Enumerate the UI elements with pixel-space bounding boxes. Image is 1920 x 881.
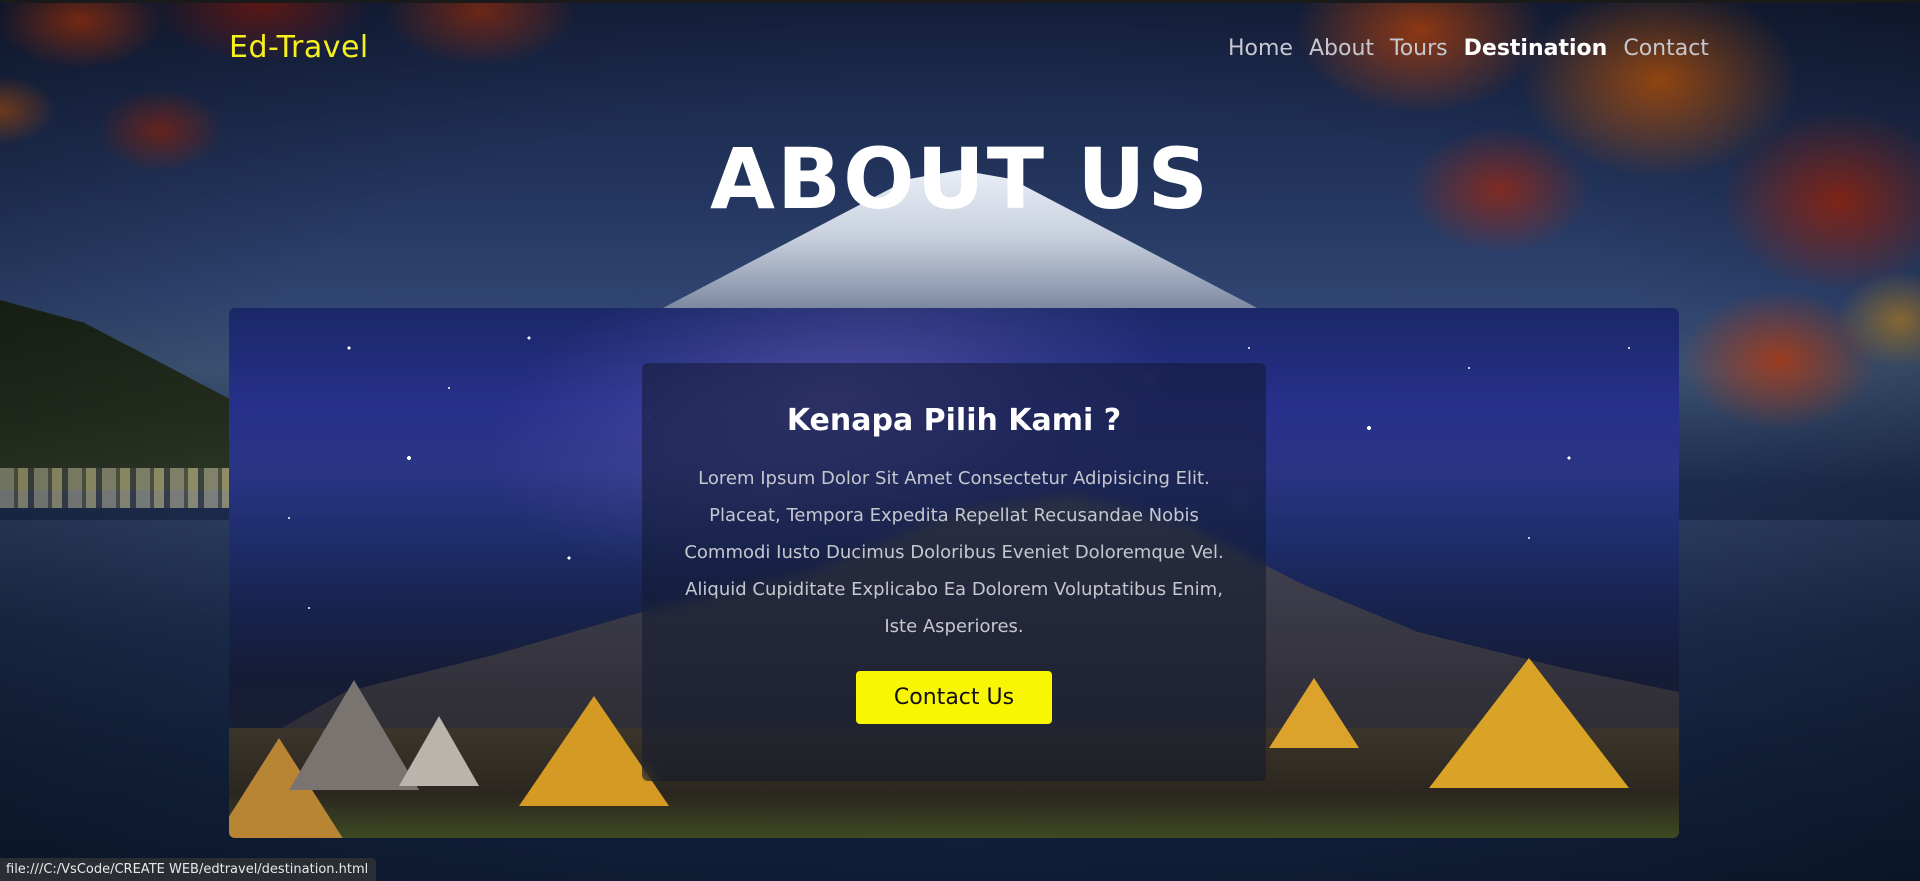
contact-us-button[interactable]: Contact Us (855, 671, 1053, 724)
browser-status-bar: file:///C:/VsCode/CREATE WEB/edtravel/de… (0, 858, 377, 881)
site-header: Ed-Travel Home About Tours Destination C… (0, 0, 1920, 100)
why-us-text: Lorem Ipsum Dolor Sit Amet Consectetur A… (684, 468, 1224, 637)
nav-home[interactable]: Home (1228, 36, 1293, 61)
nav-about[interactable]: About (1309, 36, 1374, 61)
nav-destination[interactable]: Destination (1464, 36, 1608, 61)
why-us-box: Kenapa Pilih Kami ? Lorem Ipsum Dolor Si… (642, 363, 1266, 781)
main-nav: Home About Tours Destination Contact (1228, 36, 1709, 61)
nav-tours[interactable]: Tours (1390, 36, 1448, 61)
nav-contact[interactable]: Contact (1623, 36, 1709, 61)
why-us-title: Kenapa Pilih Kami ? (786, 403, 1122, 438)
why-us-card: Kenapa Pilih Kami ? Lorem Ipsum Dolor Si… (229, 308, 1679, 838)
page-title: ABOUT US (710, 130, 1210, 228)
logo[interactable]: Ed-Travel (229, 30, 369, 65)
